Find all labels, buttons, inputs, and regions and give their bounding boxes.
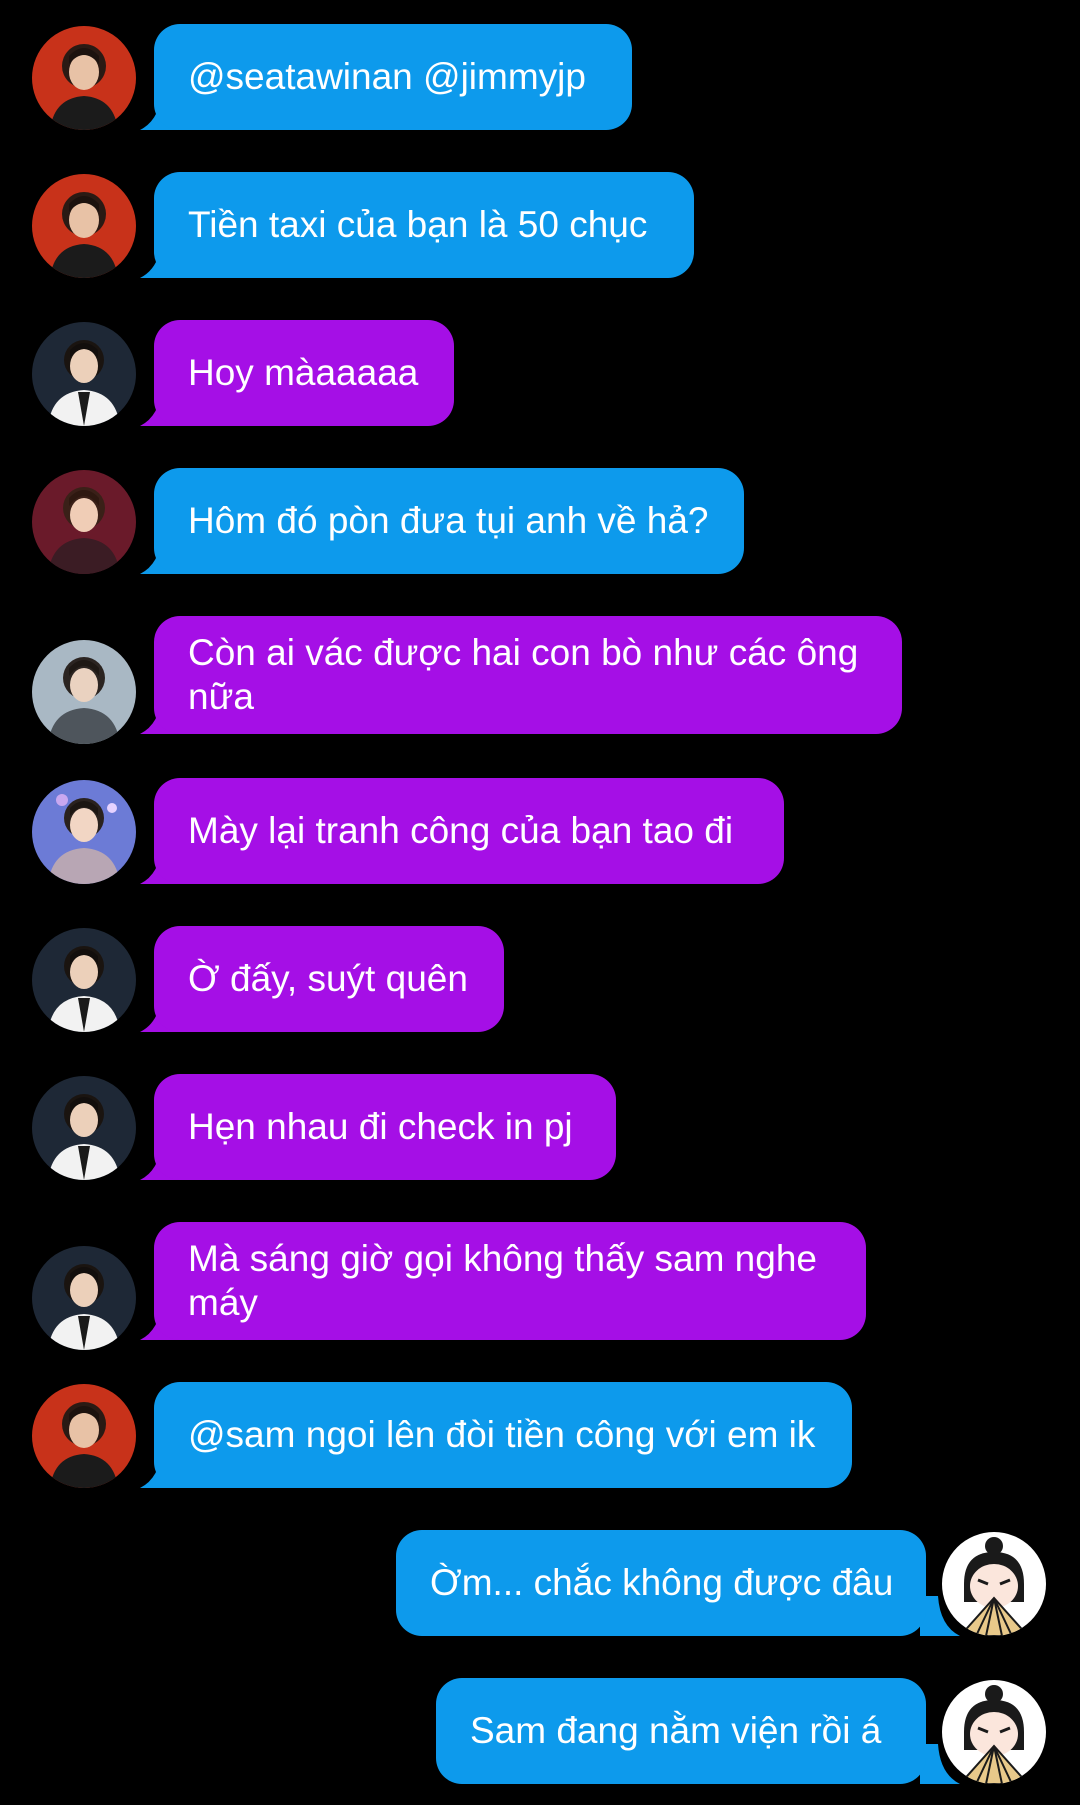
message-row: Ờ đấy, suýt quên [0,926,1080,1032]
grey-jacket-person-icon [32,640,136,744]
message-row: @sam ngoi lên đòi tiền công với em ik [0,1382,1080,1488]
avatar[interactable] [32,1076,136,1180]
avatar[interactable] [32,928,136,1032]
message-bubble[interactable]: @sam ngoi lên đòi tiền công với em ik [154,1382,852,1488]
avatar[interactable] [942,1680,1046,1784]
avatar[interactable] [32,780,136,884]
message-row: Ờm... chắc không được đâu [0,1530,1080,1636]
avatar[interactable] [32,1384,136,1488]
cartoon-fan-girl-icon [942,1680,1046,1784]
white-suit-person-icon [32,322,136,426]
avatar[interactable] [32,174,136,278]
cartoon-fan-girl-icon [942,1532,1046,1636]
avatar[interactable] [32,26,136,130]
message-row: Còn ai vác được hai con bò như các ông n… [0,616,1080,744]
message-bubble[interactable]: Mày lại tranh công của bạn tao đi [154,778,784,884]
message-row: Mà sáng giờ gọi không thấy sam nghe máy [0,1222,1080,1350]
message-row: Sam đang nằm viện rồi á [0,1678,1080,1784]
maroon-person-icon [32,470,136,574]
red-stage-person-icon [32,26,136,130]
message-bubble[interactable]: Ờ đấy, suýt quên [154,926,504,1032]
message-row: Mày lại tranh công của bạn tao đi [0,778,1080,884]
sequin-person-icon [32,780,136,884]
avatar[interactable] [32,640,136,744]
red-stage-person-icon [32,174,136,278]
message-bubble[interactable]: Hẹn nhau đi check in pj [154,1074,616,1180]
message-row: Hẹn nhau đi check in pj [0,1074,1080,1180]
white-suit-person-icon [32,1076,136,1180]
white-suit-person-icon [32,1246,136,1350]
message-bubble[interactable]: @seatawinan @jimmyjp [154,24,632,130]
message-bubble[interactable]: Hôm đó pòn đưa tụi anh về hả? [154,468,744,574]
message-row: Hôm đó pòn đưa tụi anh về hả? [0,468,1080,574]
message-bubble[interactable]: Ờm... chắc không được đâu [396,1530,926,1636]
message-bubble[interactable]: Còn ai vác được hai con bò như các ông n… [154,616,902,734]
message-row: Tiền taxi của bạn là 50 chục [0,172,1080,278]
red-stage-person-icon [32,1384,136,1488]
avatar[interactable] [32,322,136,426]
message-bubble[interactable]: Sam đang nằm viện rồi á [436,1678,926,1784]
avatar[interactable] [32,470,136,574]
message-bubble[interactable]: Tiền taxi của bạn là 50 chục [154,172,694,278]
message-bubble[interactable]: Hoy màaaaaa [154,320,454,426]
avatar[interactable] [942,1532,1046,1636]
avatar[interactable] [32,1246,136,1350]
message-row: Hoy màaaaaa [0,320,1080,426]
message-bubble[interactable]: Mà sáng giờ gọi không thấy sam nghe máy [154,1222,866,1340]
white-suit-person-icon [32,928,136,1032]
message-row: @seatawinan @jimmyjp [0,24,1080,130]
